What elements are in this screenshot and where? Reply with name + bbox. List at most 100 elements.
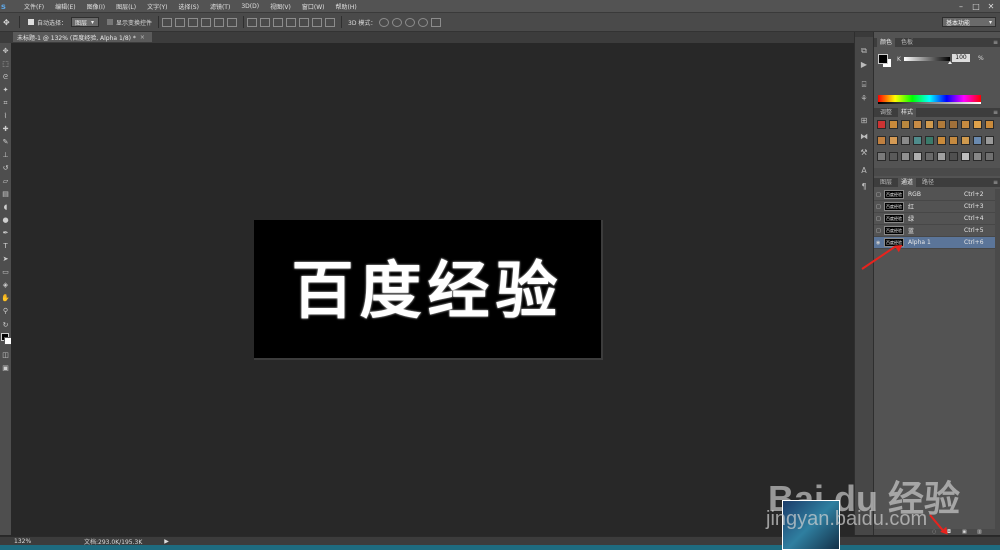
style-swatch[interactable] — [889, 136, 898, 145]
magic-wand-tool-icon[interactable]: ✦ — [1, 86, 10, 95]
eraser-tool-icon[interactable]: ▱ — [1, 177, 10, 186]
distribute-top-icon[interactable] — [247, 17, 258, 27]
maximize-button[interactable]: □ — [969, 0, 983, 12]
eye-icon[interactable]: ◉ — [876, 240, 882, 246]
auto-select-checkbox[interactable] — [28, 19, 34, 25]
hand-tool-icon[interactable]: ✋ — [1, 294, 10, 303]
style-swatch[interactable] — [961, 152, 970, 161]
distribute-right-icon[interactable] — [312, 17, 323, 27]
distribute-vcenter-icon[interactable] — [260, 17, 271, 27]
style-swatch[interactable] — [877, 120, 886, 129]
visibility-toggle[interactable]: □ — [876, 204, 882, 210]
properties-panel-icon[interactable]: ⊞ — [859, 116, 869, 126]
scale-3d-icon[interactable] — [431, 17, 442, 27]
channel-row-rgb[interactable]: □ 百度经验 RGB Ctrl+2 — [874, 189, 995, 201]
move-tool-icon[interactable]: ✥ — [1, 47, 10, 56]
distribute-left-icon[interactable] — [286, 17, 297, 27]
style-swatch[interactable] — [925, 136, 934, 145]
quick-mask-icon[interactable]: ◫ — [1, 351, 10, 360]
align-hcenter-icon[interactable] — [214, 17, 225, 27]
paragraph-panel-icon[interactable]: ¶ — [859, 182, 869, 192]
style-swatch[interactable] — [913, 120, 922, 129]
panel-menu-icon[interactable]: ≡ — [993, 178, 998, 187]
style-swatch[interactable] — [973, 120, 982, 129]
history-panel-icon[interactable]: ⧉ — [859, 46, 869, 56]
k-slider-track[interactable] — [904, 57, 950, 61]
zoom-tool-icon[interactable]: ⚲ — [1, 307, 10, 316]
document-canvas[interactable]: 百度经验 — [254, 220, 603, 360]
align-right-icon[interactable] — [227, 17, 238, 27]
tab-color[interactable]: 颜色 — [877, 38, 896, 47]
character-panel-icon[interactable]: A — [859, 166, 869, 176]
style-swatch[interactable] — [985, 120, 994, 129]
style-swatch[interactable] — [889, 152, 898, 161]
style-swatch[interactable] — [925, 152, 934, 161]
menu-select[interactable]: 选择(S) — [178, 2, 199, 11]
style-swatch[interactable] — [901, 136, 910, 145]
brush-presets-icon[interactable]: ⚘ — [859, 94, 869, 104]
close-window-button[interactable]: ✕ — [984, 0, 998, 12]
style-swatch[interactable] — [949, 120, 958, 129]
blur-tool-icon[interactable]: ◖ — [1, 203, 10, 212]
history-brush-tool-icon[interactable]: ↺ — [1, 164, 10, 173]
tab-adjustments[interactable]: 调整 — [877, 108, 895, 117]
dodge-tool-icon[interactable]: ● — [1, 216, 10, 225]
style-swatch[interactable] — [985, 152, 994, 161]
panel-menu-icon[interactable]: ≡ — [993, 38, 998, 47]
screen-mode-icon[interactable]: ▣ — [1, 364, 10, 373]
document-tab[interactable]: 未标题-1 @ 132% (百度经验, Alpha 1/8) * × — [13, 32, 152, 42]
grayscale-ramp[interactable] — [878, 102, 981, 104]
menu-view[interactable]: 视图(V) — [270, 2, 291, 11]
tool-presets-icon[interactable]: ⚒ — [859, 148, 869, 158]
slide-3d-icon[interactable] — [418, 17, 429, 27]
style-swatch[interactable] — [901, 152, 910, 161]
lasso-tool-icon[interactable]: ᘓ — [1, 73, 10, 82]
channel-row-blue[interactable]: □ 百度经验 蓝 Ctrl+5 — [874, 225, 995, 237]
tab-layers[interactable]: 图层 — [877, 178, 895, 187]
auto-select-dropdown[interactable]: 图层 ▾ — [71, 17, 100, 27]
roll-3d-icon[interactable] — [392, 17, 403, 27]
path-selection-tool-icon[interactable]: ➤ — [1, 255, 10, 264]
brush-panel-icon[interactable]: ⌸ — [859, 80, 869, 90]
style-swatch[interactable] — [961, 136, 970, 145]
rotate-3d-icon[interactable] — [379, 17, 390, 27]
clone-source-icon[interactable]: ⧓ — [859, 132, 869, 142]
distribute-bottom-icon[interactable] — [273, 17, 284, 27]
visibility-toggle[interactable]: □ — [876, 192, 882, 198]
color-spectrum-bar[interactable] — [878, 95, 981, 102]
style-swatch[interactable] — [913, 152, 922, 161]
visibility-toggle[interactable]: □ — [876, 228, 882, 234]
marquee-tool-icon[interactable]: ⬚ — [1, 60, 10, 69]
pen-tool-icon[interactable]: ✒ — [1, 229, 10, 238]
tab-swatches[interactable]: 色板 — [898, 38, 916, 47]
gradient-tool-icon[interactable]: ▤ — [1, 190, 10, 199]
style-swatch[interactable] — [973, 152, 982, 161]
status-menu-arrow-icon[interactable]: ▶ — [164, 538, 169, 545]
align-left-icon[interactable] — [201, 17, 212, 27]
channel-row-green[interactable]: □ 百度经验 绿 Ctrl+4 — [874, 213, 995, 225]
type-tool-icon[interactable]: T — [1, 242, 10, 251]
menu-3d[interactable]: 3D(D) — [241, 3, 259, 10]
style-swatch[interactable] — [877, 136, 886, 145]
crop-tool-icon[interactable]: ⌗ — [1, 99, 10, 108]
menu-layer[interactable]: 图层(L) — [116, 2, 136, 11]
style-swatch[interactable] — [985, 136, 994, 145]
tab-channels[interactable]: 通道 — [898, 178, 917, 187]
style-swatch[interactable] — [937, 136, 946, 145]
style-swatch[interactable] — [877, 152, 886, 161]
shape-tool-icon[interactable]: ▭ — [1, 268, 10, 277]
align-bottom-icon[interactable] — [188, 17, 199, 27]
clone-stamp-tool-icon[interactable]: ⊥ — [1, 151, 10, 160]
drag-3d-icon[interactable] — [405, 17, 416, 27]
tab-paths[interactable]: 路径 — [919, 178, 937, 187]
auto-align-icon[interactable] — [325, 17, 336, 27]
style-swatch[interactable] — [973, 136, 982, 145]
style-swatch[interactable] — [937, 120, 946, 129]
healing-brush-tool-icon[interactable]: ✚ — [1, 125, 10, 134]
style-swatch[interactable] — [925, 120, 934, 129]
style-swatch[interactable] — [949, 136, 958, 145]
style-swatch[interactable] — [889, 120, 898, 129]
close-tab-icon[interactable]: × — [140, 34, 145, 41]
distribute-hcenter-icon[interactable] — [299, 17, 310, 27]
eyedropper-tool-icon[interactable]: ⌇ — [1, 112, 10, 121]
